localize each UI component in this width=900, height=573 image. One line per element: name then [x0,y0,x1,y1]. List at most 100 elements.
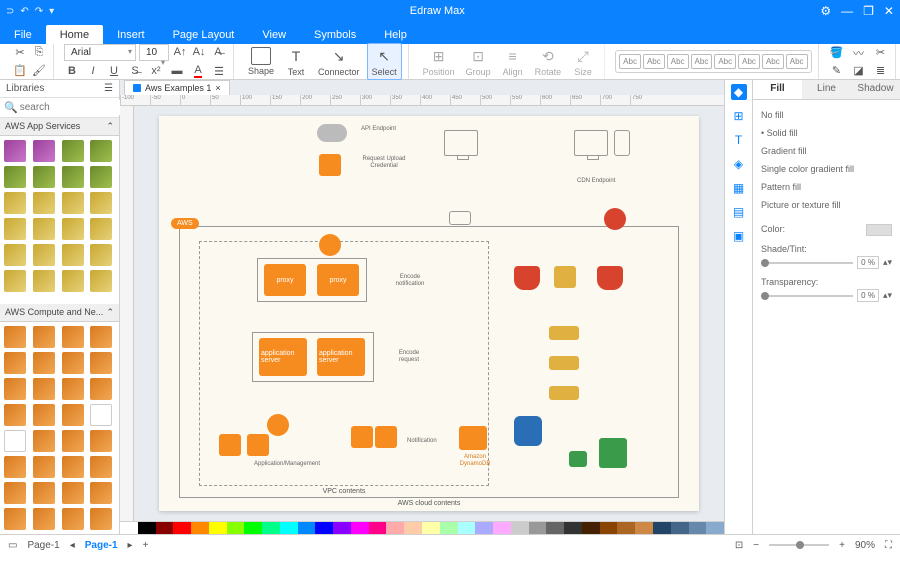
undo-icon[interactable]: ↶ [20,6,28,17]
bullets-icon[interactable]: ☰ [211,63,227,79]
shape-stencil[interactable] [4,482,26,504]
shape-stencil[interactable] [33,244,55,266]
node-bucket-2[interactable] [597,266,623,290]
node-stack-1[interactable] [549,326,579,340]
zoom-slider[interactable] [769,544,829,546]
shape-stencil[interactable] [62,270,84,292]
shape-stencil[interactable] [90,140,112,162]
shape-stencil[interactable] [62,192,84,214]
shape-stencil[interactable] [90,430,112,452]
shrink-font-icon[interactable]: A↓ [191,44,207,60]
shape-stencil[interactable] [33,378,55,400]
opt-pattern-fill[interactable]: Pattern fill [761,178,892,196]
shape-stencil[interactable] [4,166,26,188]
node-docs-4[interactable] [375,426,397,448]
menu-file[interactable]: File [0,25,46,44]
menu-home[interactable]: Home [46,25,103,44]
shape-stencil[interactable] [62,482,84,504]
node-dynamodb-logo[interactable] [459,426,487,450]
shape-stencil[interactable] [90,326,112,348]
libraries-menu-icon[interactable]: ☰ [104,83,113,94]
color-swatch[interactable] [866,224,892,236]
shape-stencil[interactable] [33,326,55,348]
node-green-1[interactable] [569,451,587,467]
group-tool[interactable]: ⊡Group [462,44,495,79]
shape-stencil[interactable] [90,456,112,478]
node-stack-2[interactable] [549,356,579,370]
arrange-panel-icon[interactable]: ▦ [731,180,747,196]
crop-icon[interactable]: ✂ [873,45,889,61]
shape-stencil[interactable] [4,192,26,214]
shape-stencil[interactable] [4,352,26,374]
close-button[interactable]: ✕ [884,4,894,18]
shape-stencil[interactable] [33,166,55,188]
shape-stencil[interactable] [4,326,26,348]
fit-page-icon[interactable]: ⊡ [735,540,743,551]
font-color-icon[interactable]: A [190,63,206,79]
node-gateway[interactable] [319,154,341,176]
shape-stencil[interactable] [4,430,26,452]
position-tool[interactable]: ⊞Position [419,44,459,79]
shape-stencil[interactable] [90,244,112,266]
shape-stencil[interactable] [62,218,84,240]
diagram-page[interactable]: AWS cloud contents VPC contents AWS API … [159,116,699,511]
zoom-level[interactable]: 90% [855,540,875,551]
shape-stencil[interactable] [33,270,55,292]
menu-symbols[interactable]: Symbols [300,25,370,44]
pen-icon[interactable]: ✎ [829,63,845,79]
shape-stencil[interactable] [33,404,55,426]
page-prev-icon[interactable]: ◂ [70,540,75,551]
shape-stencil[interactable] [4,404,26,426]
shape-stencil[interactable] [33,192,55,214]
tab-close-icon[interactable]: × [215,83,220,93]
node-download[interactable] [604,208,626,230]
shape-stencil[interactable] [62,378,84,400]
clear-format-icon[interactable]: A̶ [210,44,226,60]
settings-icon[interactable]: ⚙ [820,4,831,18]
opt-solid-fill[interactable]: • Solid fill [761,124,892,142]
shape-stencil[interactable] [33,218,55,240]
line-style-icon[interactable]: 〰 [851,45,867,61]
shape-stencil[interactable] [90,508,112,530]
shape-stencil[interactable] [90,192,112,214]
node-green-2[interactable] [599,438,627,468]
menu-help[interactable]: Help [370,25,421,44]
maximize-button[interactable]: ❐ [863,4,874,18]
size-tool[interactable]: ⤢Size [568,44,598,79]
shape-stencil[interactable] [4,456,26,478]
connector-tool[interactable]: ↘Connector [314,44,364,79]
shape-stencil[interactable] [4,378,26,400]
shape-tool[interactable]: Shape [244,45,278,78]
grow-font-icon[interactable]: A↑ [172,44,188,60]
page-view-icon[interactable]: ▭ [8,540,17,551]
zoom-out-icon[interactable]: − [753,540,759,551]
quick-styles[interactable]: AbcAbc AbcAbc AbcAbc AbcAbc [615,50,811,73]
node-grid[interactable] [449,211,471,225]
minimize-button[interactable]: — [841,4,853,18]
shape-stencil[interactable] [4,140,26,162]
fullscreen-icon[interactable]: ⛶ [885,540,892,551]
category-aws-compute[interactable]: AWS Compute and Ne...⌃ [0,304,119,322]
opt-texture-fill[interactable]: Picture or texture fill [761,196,892,214]
node-docs-1[interactable] [219,434,241,456]
underline-icon[interactable]: U [106,63,122,79]
font-name-select[interactable]: Arial [64,44,136,61]
canvas[interactable]: AWS cloud contents VPC contents AWS API … [134,106,724,521]
page-indicator[interactable]: Page-1 [27,540,59,551]
tab-shadow[interactable]: Shadow [851,80,900,99]
fill-bucket-icon[interactable]: 🪣 [829,45,845,61]
italic-icon[interactable]: I [85,63,101,79]
menu-page-layout[interactable]: Page Layout [159,25,249,44]
doc-tab-1[interactable]: Aws Examples 1 × [124,80,230,95]
properties-panel-icon[interactable]: ▤ [731,204,747,220]
font-size-select[interactable]: 10 [139,44,169,61]
strike-icon[interactable]: S̶ [127,63,143,79]
text-panel-icon[interactable]: T [731,132,747,148]
shape-stencil[interactable] [33,508,55,530]
transparency-slider[interactable]: 0 %▴▾ [761,289,892,302]
node-transcoder[interactable] [554,266,576,288]
copy-icon[interactable]: ⎘ [31,45,47,61]
shape-stencil[interactable] [90,352,112,374]
appserver-group-box[interactable] [252,332,374,382]
shape-stencil[interactable] [4,244,26,266]
